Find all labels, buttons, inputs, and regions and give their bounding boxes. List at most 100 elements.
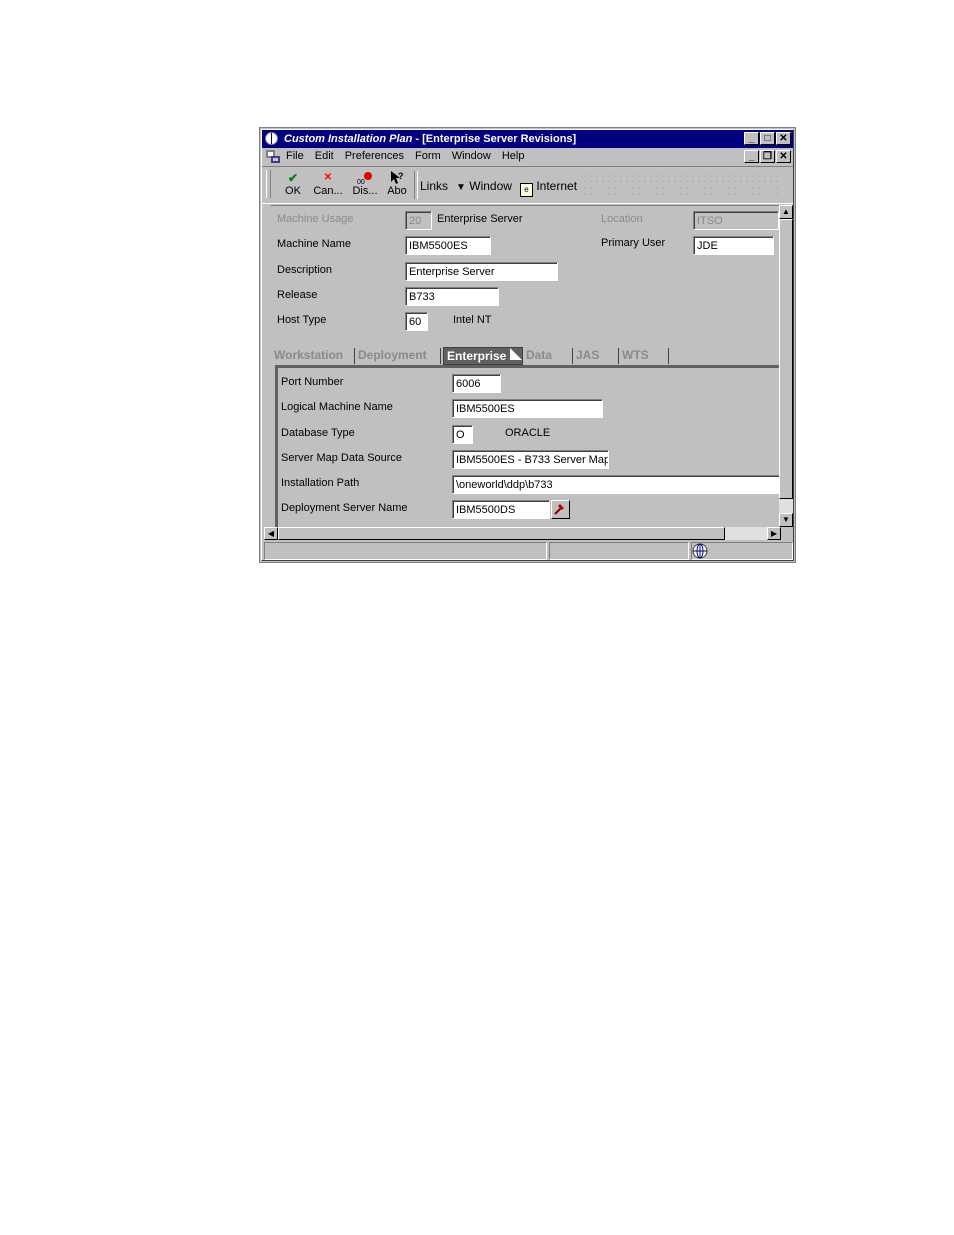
mdi-close-button[interactable]: ✕	[776, 150, 791, 163]
display-icon: 00	[357, 172, 372, 185]
cancel-label: Can...	[313, 185, 343, 197]
tab-wts[interactable]: WTS	[619, 348, 669, 364]
port-number-label: Port Number	[281, 376, 344, 388]
window-menu-label: Window	[469, 179, 512, 193]
toolbar: ✔ OK ✕ Can... 00 Dis... ? Abo Links ▼ Wi…	[262, 166, 793, 204]
vertical-scrollbar[interactable]: ▲ ▼	[779, 205, 793, 527]
maximize-button[interactable]: □	[760, 132, 775, 145]
form-menu-icon[interactable]	[266, 150, 280, 163]
port-number-field[interactable]: 6006	[452, 374, 501, 393]
mdi-caption-buttons: _ ❐ ✕	[743, 150, 791, 163]
title-bar[interactable]: Custom Installation Plan - [Enterprise S…	[262, 130, 793, 148]
machine-name-label: Machine Name	[277, 238, 351, 250]
logical-machine-name-field[interactable]: IBM5500ES	[452, 399, 603, 418]
machine-usage-desc: Enterprise Server	[437, 213, 523, 225]
scroll-left-icon[interactable]: ◀	[264, 527, 278, 540]
primary-user-label: Primary User	[601, 237, 666, 249]
release-field[interactable]: B733	[405, 287, 499, 306]
window-title-rest: - [Enterprise Server Revisions]	[412, 133, 577, 145]
location-field: ITSO	[693, 211, 779, 230]
internet-menu[interactable]: e Internet	[520, 179, 577, 197]
enterprise-tab-panel: Port Number 6006 Logical Machine Name IB…	[275, 365, 779, 528]
tab-strip: Workstation Deployment Enterprise Data J…	[271, 347, 779, 365]
machine-usage-field: 20	[405, 211, 432, 230]
database-type-label: Database Type	[281, 427, 355, 439]
scroll-right-icon[interactable]: ▶	[767, 527, 781, 540]
status-pane-info	[549, 542, 689, 560]
menu-preferences[interactable]: Preferences	[345, 150, 404, 162]
server-map-label: Server Map Data Source	[281, 452, 403, 464]
tab-jas[interactable]: JAS	[573, 348, 619, 364]
status-pane-globe	[691, 542, 793, 560]
database-type-desc: ORACLE	[505, 427, 551, 439]
form-content: Machine Usage 20 Enterprise Server Locat…	[271, 205, 779, 528]
about-button[interactable]: ? Abo	[384, 171, 410, 197]
host-type-label: Host Type	[277, 314, 327, 326]
custom-installation-plan-window: Custom Installation Plan - [Enterprise S…	[259, 127, 796, 563]
tab-workstation[interactable]: Workstation	[271, 348, 355, 364]
host-type-desc: Intel NT	[453, 314, 492, 326]
server-map-field[interactable]: IBM5500ES - B733 Server Map	[452, 450, 609, 469]
mdi-minimize-button[interactable]: _	[744, 150, 759, 163]
status-bar	[264, 542, 793, 560]
toolbar-separator	[414, 171, 418, 199]
horizontal-scrollbar[interactable]: ◀ ▶	[264, 527, 781, 540]
visual-assist-button[interactable]	[551, 500, 570, 519]
links-menu[interactable]: Links	[420, 179, 448, 193]
menu-form[interactable]: Form	[415, 150, 441, 162]
ok-button[interactable]: ✔ OK	[280, 171, 306, 197]
mdi-restore-button[interactable]: ❐	[760, 150, 775, 163]
app-globe-icon[interactable]	[265, 132, 278, 145]
status-pane-message	[264, 542, 547, 560]
tab-enterprise[interactable]: Enterprise	[443, 347, 523, 365]
display-button[interactable]: 00 Dis...	[350, 171, 380, 197]
internet-label: Internet	[536, 179, 578, 193]
window-menu[interactable]: ▼ Window	[456, 179, 512, 193]
machine-name-field[interactable]: IBM5500ES	[405, 236, 491, 255]
window-title: Custom Installation Plan - [Enterprise S…	[284, 133, 576, 145]
release-label: Release	[277, 289, 318, 301]
toolbar-background-pattern	[582, 173, 782, 197]
description-field[interactable]: Enterprise Server	[405, 262, 558, 281]
internet-icon: e	[520, 183, 533, 197]
database-type-field[interactable]: O	[452, 425, 473, 444]
scroll-down-icon[interactable]: ▼	[779, 513, 793, 527]
menu-items: File Edit Preferences Form Window Help	[286, 150, 524, 162]
host-type-field[interactable]: 60	[405, 312, 428, 331]
deployment-server-field[interactable]: IBM5500DS	[452, 500, 550, 519]
svg-text:?: ?	[398, 171, 404, 181]
location-label: Location	[601, 213, 643, 225]
menu-file[interactable]: File	[286, 150, 304, 162]
cancel-x-icon: ✕	[323, 172, 333, 183]
toolbar-grip[interactable]	[266, 170, 271, 198]
minimize-button[interactable]: _	[744, 132, 759, 145]
checkmark-icon: ✔	[287, 171, 299, 185]
installation-path-field[interactable]: \oneworld\ddp\b733	[452, 475, 779, 494]
caption-buttons: _ □ ✕	[743, 132, 791, 145]
deployment-server-label: Deployment Server Name	[281, 502, 408, 514]
menu-help[interactable]: Help	[502, 150, 525, 162]
dropdown-triangle-icon: ▼	[456, 182, 466, 193]
tab-fold-icon	[510, 348, 522, 360]
menu-edit[interactable]: Edit	[315, 150, 334, 162]
flashlight-search-icon	[554, 504, 564, 515]
help-cursor-icon: ?	[391, 171, 404, 184]
scroll-up-icon[interactable]: ▲	[779, 205, 793, 219]
horizontal-scroll-thumb[interactable]	[278, 527, 725, 540]
close-button[interactable]: ✕	[776, 132, 791, 145]
menu-bar: File Edit Preferences Form Window Help _…	[262, 149, 793, 165]
globe-icon	[692, 543, 708, 559]
primary-user-field[interactable]: JDE	[693, 236, 774, 255]
about-label: Abo	[387, 185, 407, 197]
window-title-app: Custom Installation Plan	[284, 133, 413, 145]
cancel-button[interactable]: ✕ Can...	[312, 171, 344, 197]
tab-data[interactable]: Data	[523, 348, 573, 364]
ok-label: OK	[285, 185, 301, 197]
tab-deployment[interactable]: Deployment	[355, 348, 441, 364]
menu-window[interactable]: Window	[452, 150, 491, 162]
logical-machine-name-label: Logical Machine Name	[281, 401, 393, 413]
vertical-scroll-thumb[interactable]	[779, 219, 793, 499]
installation-path-label: Installation Path	[281, 477, 360, 489]
tab-enterprise-label: Enterprise	[447, 349, 507, 363]
description-label: Description	[277, 264, 333, 276]
